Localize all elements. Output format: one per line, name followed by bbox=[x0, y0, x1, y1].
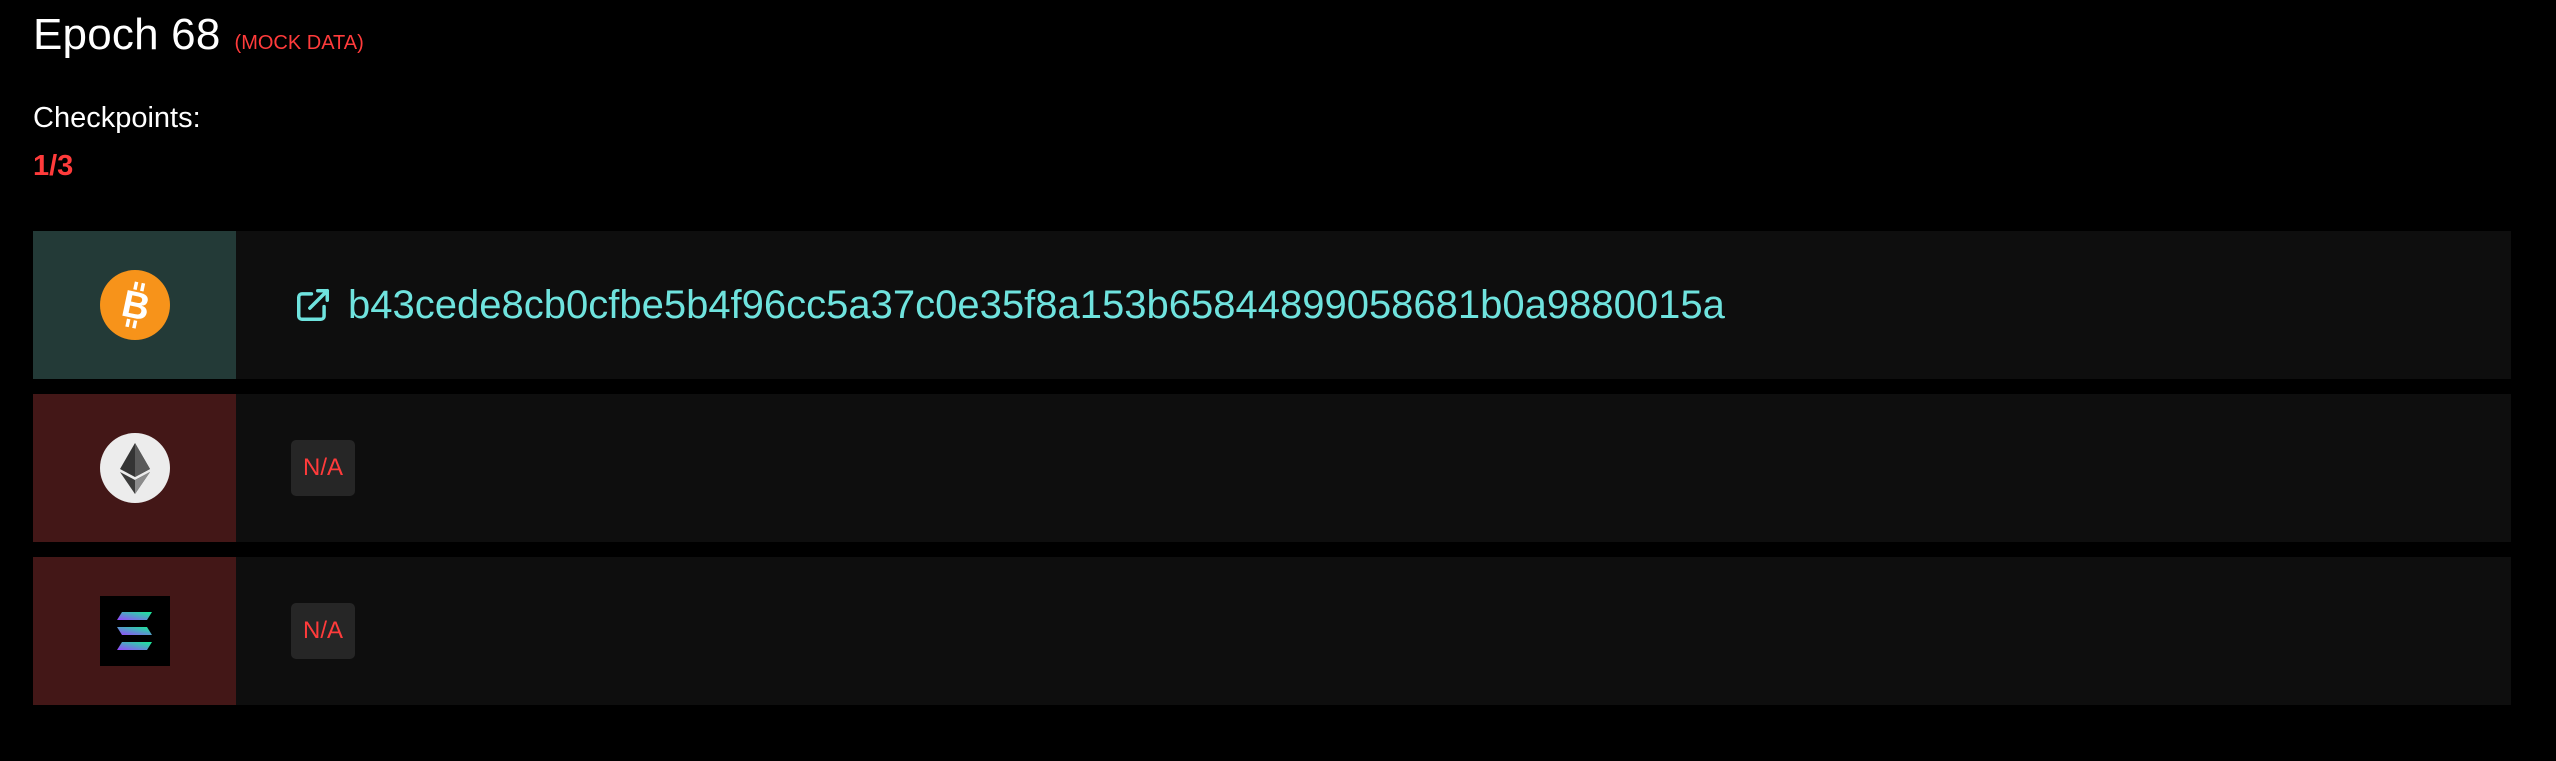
checkpoint-content-bitcoin: b43cede8cb0cfbe5b4f96cc5a37c0e35f8a153b6… bbox=[236, 231, 2511, 379]
external-link-icon bbox=[294, 286, 332, 324]
chain-row-ethereum: N/A bbox=[33, 394, 2511, 542]
chain-row-solana: N/A bbox=[33, 557, 2511, 705]
checkpoint-content-solana: N/A bbox=[236, 557, 2511, 705]
chain-cell-bitcoin: B bbox=[33, 231, 236, 379]
chain-cell-solana bbox=[33, 557, 236, 705]
status-badge: N/A bbox=[291, 440, 356, 496]
mock-data-label: (MOCK DATA) bbox=[234, 32, 364, 54]
checkpoint-content-ethereum: N/A bbox=[236, 394, 2511, 542]
checkpoints-label: Checkpoints: bbox=[33, 102, 201, 134]
page-title: Epoch 68 bbox=[33, 10, 221, 59]
solana-icon bbox=[99, 596, 170, 666]
checkpoints-count: 1/3 bbox=[33, 150, 74, 182]
epoch-header: Epoch 68 (MOCK DATA) bbox=[33, 10, 364, 60]
chain-checkpoint-list: B b43cede8cb0cfbe5b4f96cc5a37c0e35f8a153… bbox=[33, 231, 2511, 720]
checkpoint-hash-link[interactable]: b43cede8cb0cfbe5b4f96cc5a37c0e35f8a153b6… bbox=[294, 283, 1725, 328]
chain-row-bitcoin: B b43cede8cb0cfbe5b4f96cc5a37c0e35f8a153… bbox=[33, 231, 2511, 379]
chain-cell-ethereum bbox=[33, 394, 236, 542]
status-badge: N/A bbox=[291, 603, 356, 659]
bitcoin-icon: B bbox=[99, 270, 170, 340]
checkpoint-hash-text: b43cede8cb0cfbe5b4f96cc5a37c0e35f8a153b6… bbox=[348, 282, 1725, 327]
ethereum-icon bbox=[99, 433, 170, 503]
